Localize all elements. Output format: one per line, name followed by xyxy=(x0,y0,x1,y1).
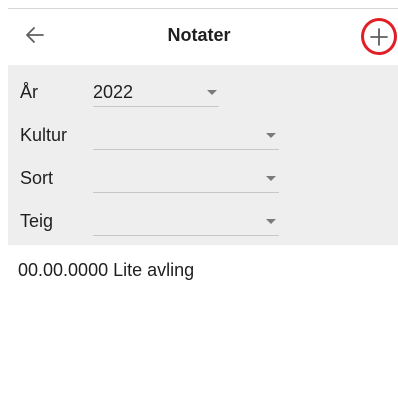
filter-row-year: År 2022 xyxy=(8,73,398,111)
field-select[interactable] xyxy=(93,206,279,236)
variety-select[interactable] xyxy=(93,163,279,193)
app-bar: Notater xyxy=(0,9,398,61)
year-label: År xyxy=(20,82,38,102)
filter-panel: År 2022 Kultur Sort Teig xyxy=(8,65,398,245)
culture-label: Kultur xyxy=(20,125,68,145)
year-select[interactable]: 2022 xyxy=(93,77,219,107)
chevron-down-icon xyxy=(207,90,217,95)
select-underline xyxy=(93,149,279,150)
filter-row-culture: Kultur xyxy=(8,116,398,154)
back-button[interactable] xyxy=(18,19,52,51)
select-underline xyxy=(93,106,219,107)
filter-row-variety: Sort xyxy=(8,159,398,197)
year-value: 2022 xyxy=(93,82,134,102)
arrow-left-icon xyxy=(26,27,44,43)
page-title: Notater xyxy=(167,25,231,45)
filter-row-field: Teig xyxy=(8,202,398,240)
notes-list: 00.00.0000 Lite avling xyxy=(8,245,398,403)
field-label: Teig xyxy=(20,211,54,231)
variety-label: Sort xyxy=(20,168,54,188)
add-note-button[interactable] xyxy=(360,18,398,56)
list-item[interactable]: 00.00.0000 Lite avling xyxy=(18,260,194,281)
chevron-down-icon xyxy=(266,133,276,138)
chevron-down-icon xyxy=(266,219,276,224)
select-underline xyxy=(93,192,279,193)
highlight-circle xyxy=(361,18,397,55)
culture-select[interactable] xyxy=(93,120,279,150)
chevron-down-icon xyxy=(266,176,276,181)
select-underline xyxy=(93,235,279,236)
